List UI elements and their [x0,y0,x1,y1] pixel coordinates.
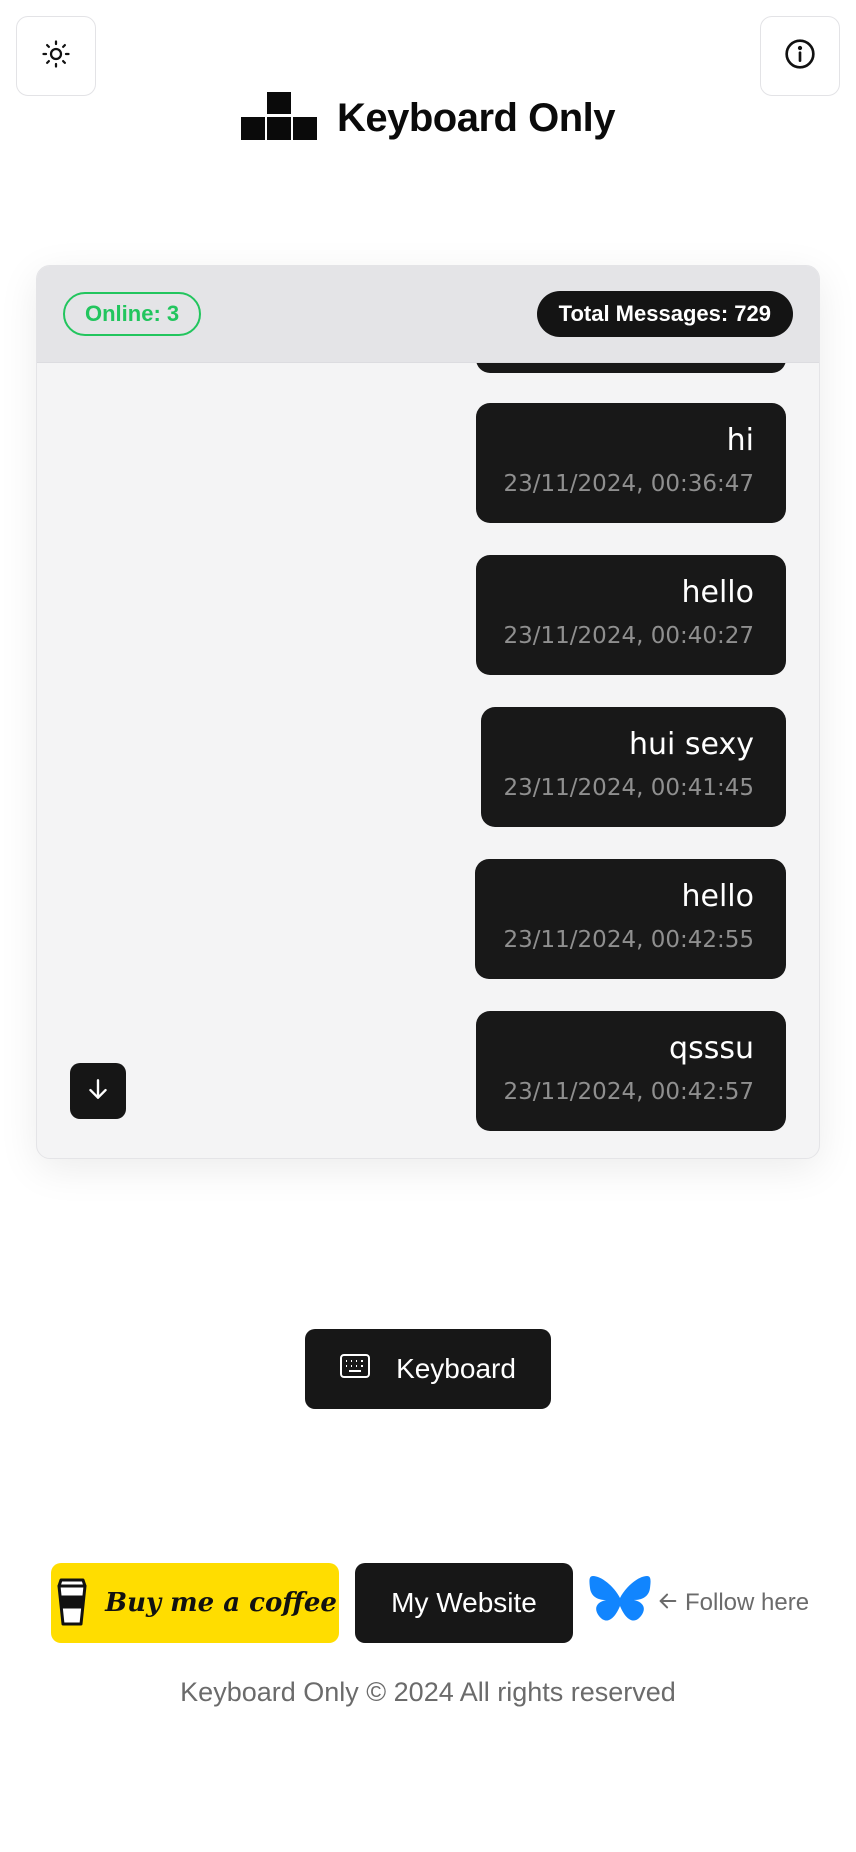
coffee-cup-icon [53,1575,91,1631]
message-timestamp: 23/11/2024, 00:42:57 [503,1079,754,1105]
brand: Keyboard Only [0,92,856,144]
sun-icon [41,39,71,73]
message-bubble: hello 23/11/2024, 00:42:55 [475,859,786,979]
arrow-left-icon [657,1590,679,1616]
info-icon [784,38,816,74]
footer-links: Buy me a coffee My Website Follow here [51,1563,809,1643]
theme-toggle-button[interactable] [16,16,96,96]
message-timestamp: 23/11/2024, 00:42:55 [503,927,754,953]
chat-header: Online: 3 Total Messages: 729 [37,266,819,363]
follow-label: Follow here [685,1589,810,1616]
chat-panel: Online: 3 Total Messages: 729 hi 23/11/2… [36,265,820,1159]
my-website-button[interactable]: My Website [355,1563,573,1643]
message-bubble: hello 23/11/2024, 00:40:27 [476,555,786,675]
message-bubble: hi 23/11/2024, 00:36:47 [476,403,786,523]
buy-me-a-coffee-button[interactable]: Buy me a coffee [51,1563,339,1643]
keyboard-icon [340,1353,371,1385]
arrow-down-icon [85,1076,111,1106]
message-text: hello [681,879,755,914]
keyboard-button-label: Keyboard [396,1353,516,1384]
website-button-label: My Website [391,1587,537,1618]
message-bubble: hui sexy 23/11/2024, 00:41:45 [481,707,786,827]
info-button[interactable] [760,16,840,96]
message-text: hui sexy [629,727,754,762]
message-list[interactable]: hi 23/11/2024, 00:36:47 hello 23/11/2024… [37,363,819,1158]
coffee-button-label: Buy me a coffee [105,1588,337,1618]
page-title: Keyboard Only [336,95,616,140]
bluesky-follow-link[interactable]: Follow here [589,1574,809,1632]
scroll-to-bottom-button[interactable] [70,1063,126,1119]
online-count-badge: Online: 3 [63,292,202,336]
message-bubble: qsssu 23/11/2024, 00:42:57 [476,1011,786,1131]
message-timestamp: 23/11/2024, 00:41:45 [503,775,754,801]
message-text: hello [681,575,755,610]
message-timestamp: 23/11/2024, 00:40:27 [503,623,754,649]
message-text: qsssu [669,1031,754,1066]
message-bubble-partial [476,363,786,373]
butterfly-icon [589,1574,651,1632]
total-messages-badge: Total Messages: 729 [536,291,793,337]
copyright-text: Keyboard Only © 2024 All rights reserved [180,1677,676,1707]
message-text: hi [726,423,754,458]
keyboard-button[interactable]: Keyboard [305,1329,551,1409]
message-timestamp: 23/11/2024, 00:36:47 [503,471,754,497]
keyboard-blocks-icon [240,92,317,144]
